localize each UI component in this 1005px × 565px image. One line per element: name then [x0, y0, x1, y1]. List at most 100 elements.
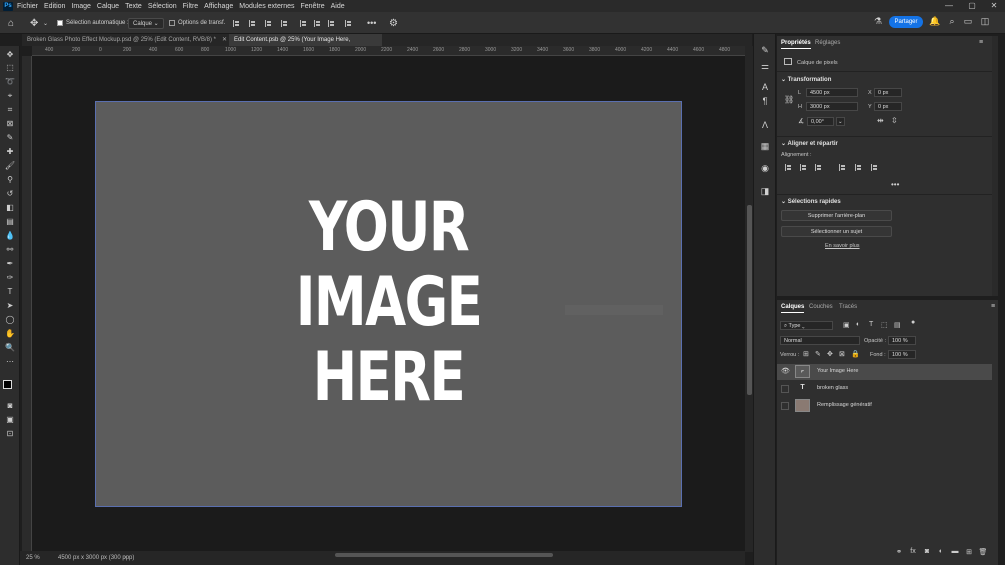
angle-field[interactable]: 0,00° — [807, 117, 834, 126]
menu-fenetre[interactable]: Fenêtre — [301, 3, 325, 10]
menu-texte[interactable]: Texte — [125, 3, 142, 10]
paragraph-icon[interactable]: ¶ — [759, 95, 771, 107]
tab-broken-glass[interactable]: Broken Glass Photo Effect Mockup.psd @ 2… — [22, 34, 227, 46]
properties-scrollbar[interactable] — [992, 36, 998, 296]
quick-mask-icon[interactable]: ◙ — [4, 401, 16, 411]
blur-tool-icon[interactable]: 💧 — [4, 231, 16, 241]
layer-name[interactable]: broken glass — [817, 385, 848, 391]
filter-adjust-icon[interactable]: ◐ — [856, 321, 860, 328]
eraser-icon[interactable]: ◧ — [4, 203, 16, 213]
more-align-button[interactable]: ••• — [891, 180, 899, 189]
horizontal-scroll-thumb[interactable] — [335, 553, 553, 557]
menu-aide[interactable]: Aide — [331, 3, 345, 10]
edit-toolbar-icon[interactable]: ⊡ — [4, 429, 16, 439]
menu-edition[interactable]: Edition — [44, 3, 65, 10]
brush-tool-icon[interactable]: 🖌 — [4, 161, 16, 171]
remove-background-button[interactable]: Supprimer l'arrière-plan — [781, 210, 892, 221]
trash-icon[interactable]: 🗑 — [978, 548, 988, 558]
new-group-icon[interactable]: ▬ — [950, 548, 960, 558]
select-subject-button[interactable]: Sélectionner un sujet — [781, 226, 892, 237]
zoom-tool-icon[interactable]: 🔍 — [4, 343, 16, 353]
minimize-button[interactable]: — — [939, 0, 959, 12]
tab-channels[interactable]: Couches — [809, 304, 833, 310]
checkbox-icon[interactable] — [57, 20, 63, 26]
layer-row-generative-fill[interactable]: Remplissage génératif — [777, 398, 992, 414]
align-section-title[interactable]: ⌄ Aligner et répartir — [781, 140, 838, 147]
clone-stamp-icon[interactable]: ⚲ — [4, 175, 16, 185]
bell-icon[interactable]: 🔔 — [929, 15, 941, 27]
panel-menu-icon[interactable]: ≡ — [979, 39, 983, 46]
more-tools-icon[interactable]: ⋯ — [4, 357, 16, 367]
align-right-icon[interactable] — [815, 164, 823, 173]
lasso-tool-icon[interactable]: ➰ — [4, 77, 16, 87]
visibility-toggle[interactable] — [781, 402, 789, 410]
mixer-icon[interactable]: ◉ — [759, 162, 771, 174]
align-center-h-icon[interactable] — [800, 164, 808, 173]
vertical-scroll-thumb[interactable] — [747, 205, 752, 395]
height-field[interactable]: 3000 px — [806, 102, 858, 111]
lock-pixels-icon[interactable]: ✎ — [815, 350, 821, 358]
swatches-icon[interactable]: ▦ — [759, 140, 771, 152]
new-layer-icon[interactable]: ⊞ — [964, 548, 974, 558]
adjust-icon[interactable]: ⚌ — [759, 60, 771, 72]
path-select-icon[interactable]: ➤ — [4, 301, 16, 311]
screen-mode-icon[interactable]: ▣ — [4, 415, 16, 425]
lock-position-icon[interactable]: ✥ — [827, 350, 833, 358]
panel-layout-icon[interactable]: ◫ — [979, 15, 991, 27]
crop-tool-icon[interactable]: ⌗ — [4, 105, 16, 115]
share-button[interactable]: Partager — [889, 16, 923, 28]
auto-select-dropdown[interactable]: Calque ⌄ — [128, 17, 164, 29]
history-brush-icon[interactable]: ↺ — [4, 189, 16, 199]
align-bottom-icon[interactable] — [871, 164, 879, 173]
opacity-field[interactable]: 100 % — [888, 336, 916, 345]
menu-filtre[interactable]: Filtre — [183, 3, 199, 10]
foreground-color-swatch[interactable] — [3, 380, 12, 389]
maximize-button[interactable]: ▢ — [962, 0, 982, 12]
distribute-icon[interactable] — [281, 17, 289, 29]
tab-edit-content[interactable]: Edit Content.psb @ 25% (Your Image Here,… — [229, 34, 382, 55]
flip-vertical-icon[interactable]: ⇳ — [891, 116, 898, 125]
learn-more-link[interactable]: En savoir plus — [825, 243, 860, 249]
flip-horizontal-icon[interactable]: ⇹ — [877, 116, 884, 125]
close-window-button[interactable]: ✕ — [984, 0, 1004, 12]
visibility-toggle[interactable] — [781, 385, 789, 393]
transform-section-title[interactable]: ⌄ Transformation — [781, 76, 831, 83]
navigator-icon[interactable]: ◨ — [759, 185, 771, 197]
menu-image[interactable]: Image — [71, 3, 90, 10]
brush-settings-icon[interactable]: ✎ — [759, 44, 771, 56]
checkbox-icon[interactable] — [169, 20, 175, 26]
more-options-button[interactable]: ••• — [367, 17, 376, 29]
align-left-icon[interactable] — [785, 164, 793, 173]
fx-icon[interactable]: fx — [908, 548, 918, 558]
lock-artboard-icon[interactable]: ⊠ — [839, 350, 845, 358]
gear-icon[interactable]: ⚙ — [389, 17, 398, 29]
filter-type-icon[interactable]: T — [869, 321, 873, 328]
pen-path-icon[interactable]: ✑ — [4, 273, 16, 283]
align-top-icon[interactable] — [300, 17, 308, 29]
type-tool-icon[interactable]: T — [4, 287, 16, 297]
home-icon[interactable]: ⌂ — [8, 17, 14, 29]
layer-name[interactable]: Remplissage génératif — [817, 402, 872, 408]
tab-paths[interactable]: Tracés — [839, 304, 857, 310]
blend-mode-dropdown[interactable]: Normal — [780, 336, 860, 345]
y-field[interactable]: 0 px — [874, 102, 902, 111]
panel-menu-icon[interactable]: ≡ — [991, 303, 995, 310]
healing-brush-icon[interactable]: ✚ — [4, 147, 16, 157]
lock-transparency-icon[interactable]: ⊞ — [803, 350, 809, 358]
filter-shape-icon[interactable]: ⬚ — [881, 321, 888, 329]
layer-row-your-image-here[interactable]: 👁 ⟔ Your Image Here — [777, 364, 992, 380]
align-middle-v-icon[interactable] — [314, 17, 322, 29]
eye-icon[interactable]: 👁 — [781, 368, 790, 376]
menu-modules[interactable]: Modules externes — [239, 3, 294, 10]
filter-toggle-icon[interactable]: ● — [911, 319, 915, 326]
close-tab-button[interactable]: ✕ — [222, 37, 227, 43]
fill-field[interactable]: 100 % — [888, 350, 916, 359]
angle-dropdown[interactable]: ⌄ — [836, 117, 845, 126]
hand-tool-icon[interactable]: ✋ — [4, 329, 16, 339]
align-top-icon[interactable] — [839, 164, 847, 173]
workspace-icon[interactable]: ▭ — [962, 15, 974, 27]
layer-name[interactable]: Your Image Here — [817, 368, 858, 374]
status-arrow-icon[interactable]: › — [124, 551, 126, 565]
move-tool-icon[interactable]: ✥ — [30, 17, 38, 29]
tab-properties[interactable]: Propriétés — [781, 40, 811, 49]
